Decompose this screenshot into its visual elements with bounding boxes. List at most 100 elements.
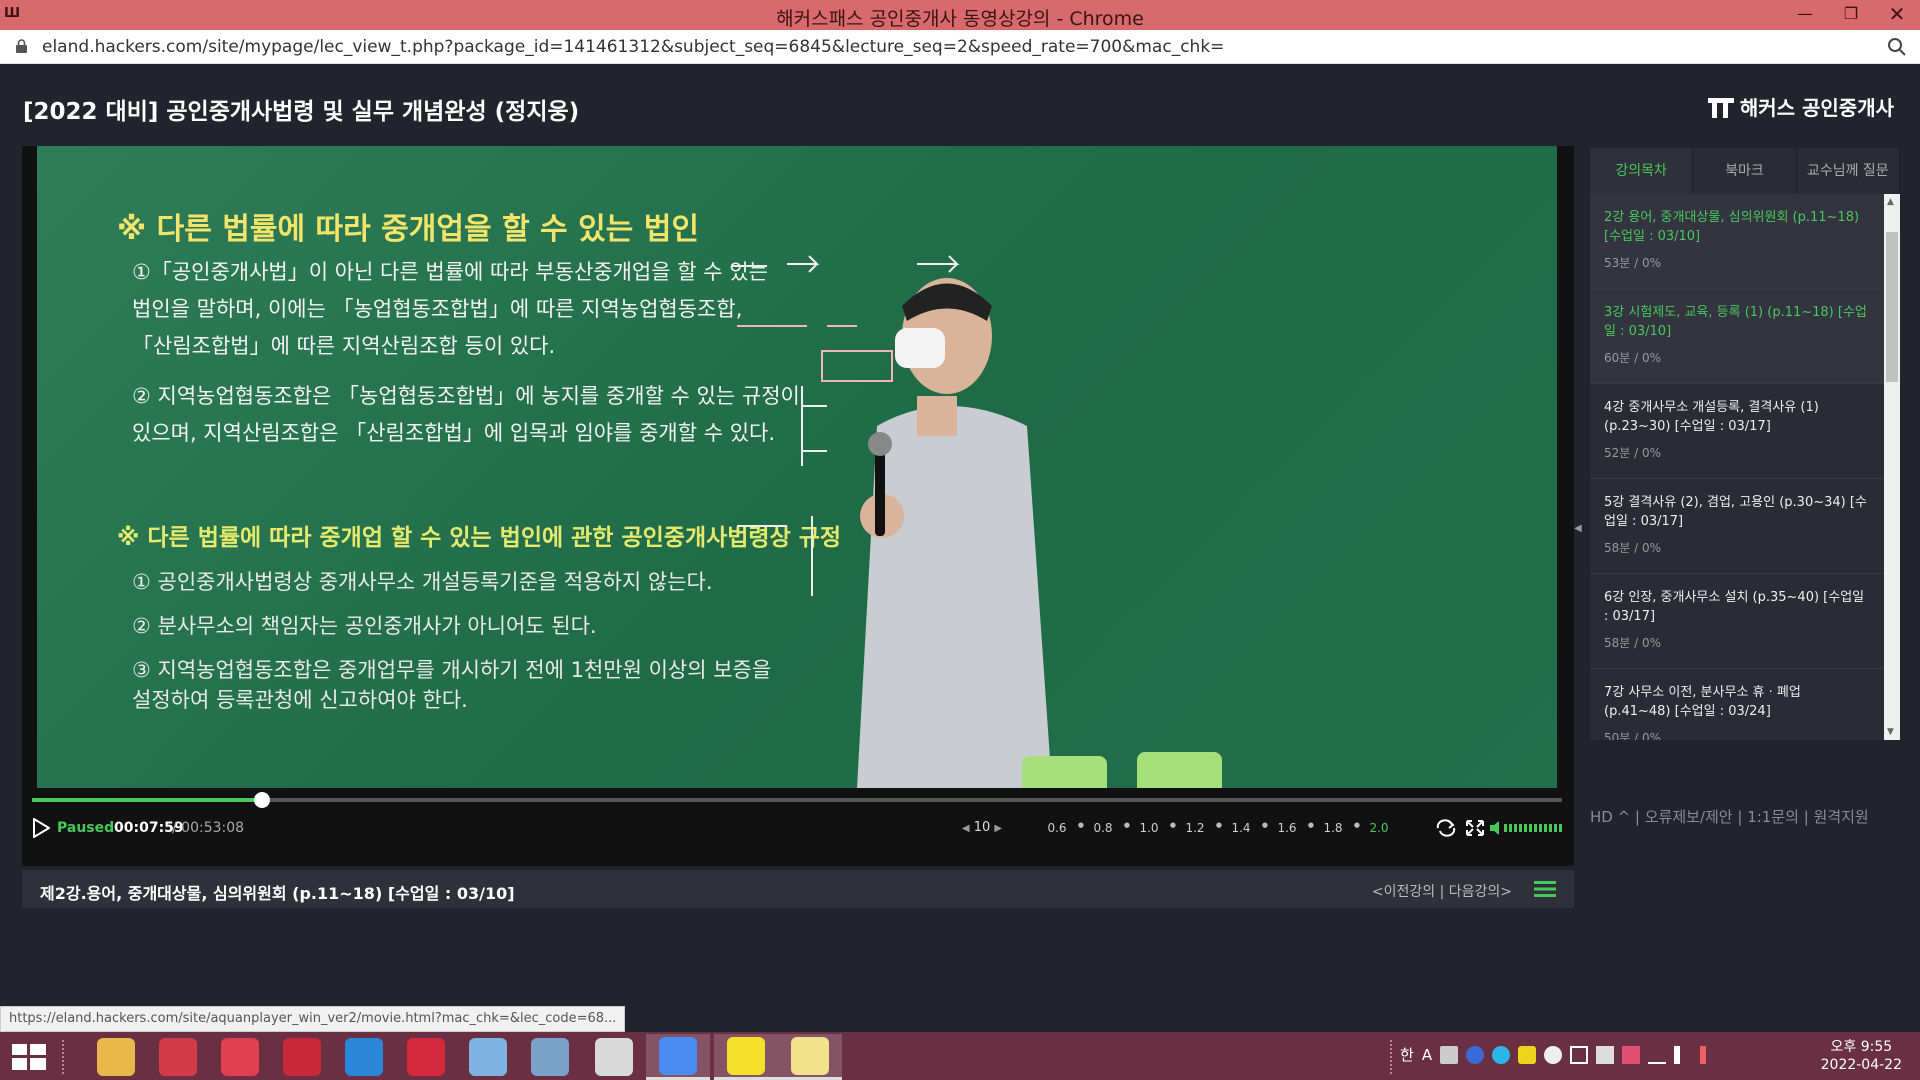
ime-korean[interactable]: 한 [1400,1044,1414,1065]
slide-rule-1: ① 공인중개사법령상 중개사무소 개설등록기준을 적용하지 않는다. [132,570,713,594]
kakao-tray-icon[interactable] [1518,1045,1537,1064]
taskbar-grip [62,1040,68,1074]
list-item[interactable]: 2강 용어, 중개대상물, 심의위원회 (p.11~18) [수업일 : 03/… [1590,194,1884,289]
skip-seconds-value: 10 [973,820,991,835]
security-icon[interactable] [1622,1045,1641,1064]
player-controls: Paused 00:07:59 / 00:53:08 ◀ 10 ▶ 0.60.8… [22,808,1574,846]
speed-option[interactable]: 1.8 [1310,821,1360,835]
lesson-meta: 60분 / 0% [1604,351,1662,365]
skip-forward-arrow-icon[interactable]: ▶ [994,823,1002,834]
close-button[interactable]: ✕ [1874,0,1920,30]
speed-option[interactable]: 0.6 [1034,821,1084,835]
taskbar: 한 A 오후 9:55 2022-04-22 [0,1032,1920,1080]
lesson-title: 6강 인장, 중개사무소 설치 (p.35~40) [수업일 : 03/17] [1604,590,1865,624]
red-app-taskbar-button[interactable] [394,1034,458,1080]
window-title-bar: Ш 해커스패스 공인중개사 동영상강의 - Chrome — ❐ ✕ [0,0,1920,30]
sticky-notes-taskbar-button[interactable] [778,1034,842,1080]
lesson-title: 2강 용어, 중개대상물, 심의위원회 (p.11~18) [수업일 : 03/… [1604,210,1860,244]
battery-icon[interactable] [1596,1045,1615,1064]
tray-grip [1390,1040,1396,1074]
zoom-icon[interactable] [1886,36,1908,58]
tab-ask-professor[interactable]: 교수님께 질문 [1796,148,1900,194]
ime-latin[interactable]: A [1422,1046,1432,1064]
scroll-down-icon[interactable]: ▼ [1887,727,1894,737]
list-item[interactable]: 7강 사무소 이전, 분사무소 휴 · 폐업 (p.41~48) [수업일 : … [1590,669,1884,740]
menu-icon[interactable] [1534,881,1556,897]
slide-item-2-line-1: ② 지역농업협동조합은 「농업협동조합법」에 농지를 중개할 수 있는 규정이 [132,384,800,408]
list-item[interactable]: 4강 중개사무소 개설등록, 결격사유 (1) (p.23~30) [수업일 :… [1590,384,1884,479]
volume-icon[interactable] [1490,818,1570,838]
seek-progress [32,798,262,802]
slide-item-1-line-2: 법인을 말하며, 이에는 「농업협동조합법」에 따른 지역농업협동조합, [132,297,743,321]
internet-explorer-taskbar-button[interactable] [332,1034,396,1080]
play-icon[interactable] [32,818,50,838]
network-icon[interactable] [1648,1046,1667,1064]
sidebar-tabs: 강의목차 북마크 교수님께 질문 [1590,148,1900,194]
clock[interactable]: 오후 9:55 2022-04-22 [1821,1038,1902,1074]
notes-app-taskbar-button[interactable] [456,1034,520,1080]
chrome-taskbar-button[interactable] [646,1034,710,1080]
help-icon[interactable] [1466,1045,1485,1064]
media-icon[interactable] [1492,1045,1511,1064]
speed-option[interactable]: 1.4 [1218,821,1268,835]
playback-state: Paused [57,820,115,836]
seek-bar[interactable] [32,792,1562,808]
lock-icon [16,39,27,53]
mute-icon[interactable] [1700,1045,1718,1064]
window-title: 해커스패스 공인중개사 동영상강의 - Chrome [776,8,1144,30]
flag-icon[interactable] [1570,1045,1589,1064]
calculator-icon [531,1038,569,1076]
url-text[interactable]: eland.hackers.com/site/mypage/lec_view_t… [42,37,1224,57]
lecture-navigation[interactable]: <이전강의 | 다음강의> [1372,881,1512,901]
maximize-button[interactable]: ❐ [1828,0,1874,30]
video-frame[interactable]: ※ 다른 법률에 따라 중개업을 할 수 있는 법인 ①「공인중개사법」이 아닌… [37,146,1557,788]
speed-option[interactable]: 0.8 [1080,821,1130,835]
keyboard-icon[interactable] [1440,1045,1459,1064]
sidebar-links[interactable]: HD ^ | 오류제보/제안 | 1:1문의 | 원격지원 [1590,806,1869,827]
power-app-taskbar-button[interactable] [270,1034,334,1080]
kakaotalk-taskbar-button[interactable] [714,1034,778,1080]
seek-handle[interactable] [253,792,270,808]
speed-option[interactable]: 1.0 [1126,821,1176,835]
duration: / 00:53:08 [172,820,245,836]
list-item[interactable]: 3강 시험제도, 교육, 등록 (1) (p.11~18) [수업일 : 03/… [1590,289,1884,384]
list-item[interactable]: 6강 인장, 중개사무소 설치 (p.35~40) [수업일 : 03/17] … [1590,574,1884,669]
file-explorer-icon [97,1038,135,1076]
scroll-thumb[interactable] [1886,232,1898,382]
lecture-name: 제2강.용어, 중개대상물, 심의위원회 (p.11~18) [수업일 : 03… [40,884,515,903]
windows-start-icon[interactable] [12,1044,46,1070]
refresh-app-taskbar-button[interactable] [208,1034,272,1080]
repeat-icon[interactable] [1435,818,1457,838]
tab-bookmark[interactable]: 북마크 [1693,148,1797,194]
video-player[interactable]: ※ 다른 법률에 따라 중개업을 할 수 있는 법인 ①「공인중개사법」이 아닌… [22,146,1574,866]
brand-logo[interactable]: 해커스 공인중개사 [1707,92,1894,121]
skip-seconds-control[interactable]: ◀ 10 ▶ [952,820,1012,835]
fullscreen-icon[interactable] [1464,818,1486,838]
course-title: [2022 대비] 공인중개사법령 및 실무 개념완성 (정지웅) [23,99,580,125]
file-explorer-taskbar-button[interactable] [84,1034,148,1080]
speaker-icon[interactable] [1674,1045,1692,1064]
sticky-notes-icon [791,1036,829,1075]
cloud-icon[interactable] [1544,1045,1563,1064]
skip-back-arrow-icon[interactable]: ◀ [962,823,970,834]
app-red-square-taskbar-button[interactable] [146,1034,210,1080]
list-item[interactable]: 5강 결격사유 (2), 겸업, 고용인 (p.30~34) [수업일 : 03… [1590,479,1884,574]
calculator-taskbar-button[interactable] [518,1034,582,1080]
speed-option[interactable]: 1.2 [1172,821,1222,835]
speed-option[interactable]: 1.6 [1264,821,1314,835]
snipping-tool-icon [595,1038,633,1076]
sidebar-scrollbar[interactable]: ▲ ▼ [1884,194,1900,740]
page: [2022 대비] 공인중개사법령 및 실무 개념완성 (정지웅) 해커스 공인… [0,64,1920,1030]
speed-option[interactable]: 2.0 [1356,821,1402,835]
snipping-tool-taskbar-button[interactable] [582,1034,646,1080]
minimize-button[interactable]: — [1782,0,1828,30]
collapse-sidebar-icon[interactable]: ◀ [1574,514,1584,544]
internet-explorer-icon [345,1038,383,1076]
lecture-title-bar: 제2강.용어, 중개대상물, 심의위원회 (p.11~18) [수업일 : 03… [22,870,1574,908]
tab-lecture-list[interactable]: 강의목차 [1590,148,1694,194]
power-app-icon [283,1038,321,1076]
speed-selector[interactable]: 0.60.81.01.21.41.61.82.0 [1034,821,1402,835]
scroll-up-icon[interactable]: ▲ [1887,197,1894,207]
brand-text: 해커스 공인중개사 [1739,96,1894,120]
address-bar[interactable]: eland.hackers.com/site/mypage/lec_view_t… [0,30,1920,64]
